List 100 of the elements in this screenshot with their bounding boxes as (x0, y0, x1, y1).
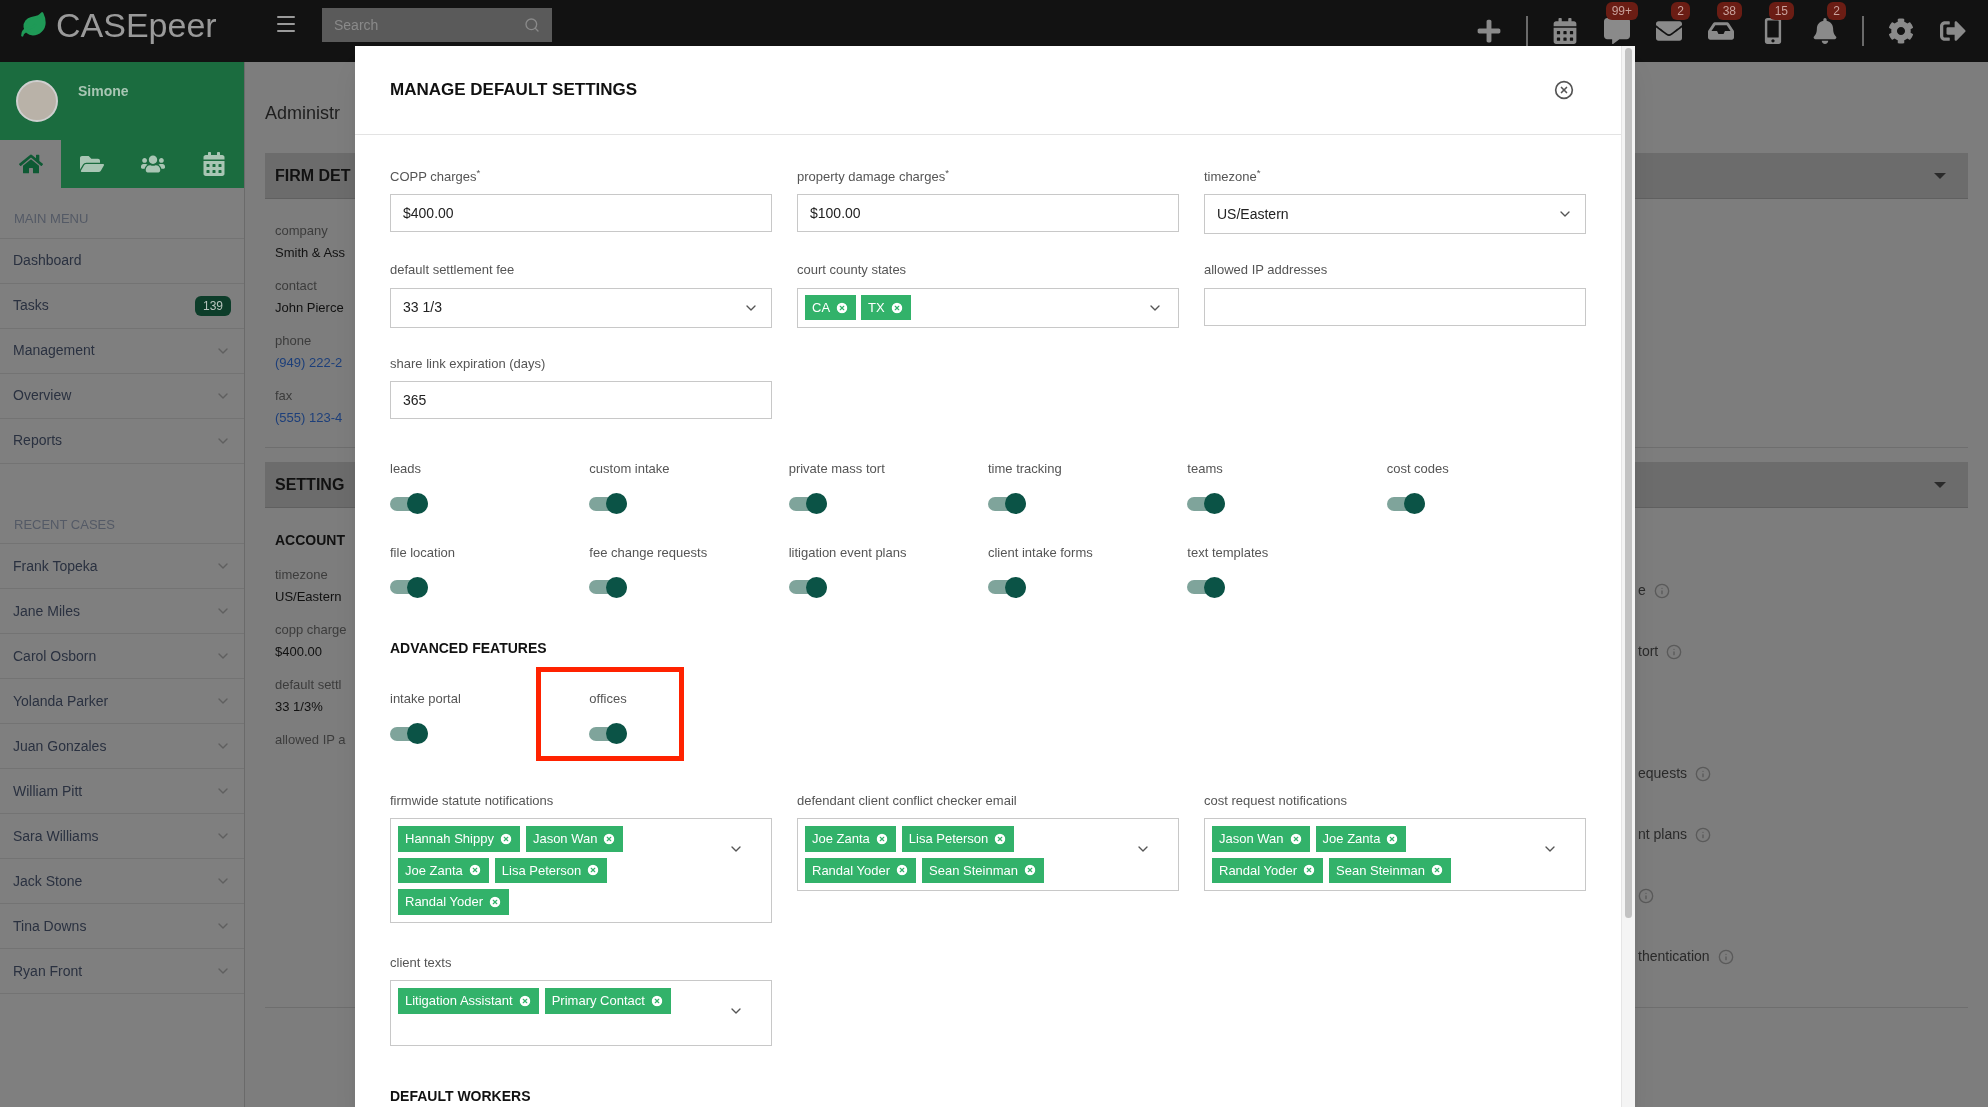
field-label: COPP charges$^{*}$ (390, 166, 482, 186)
toggle-switch[interactable] (1386, 492, 1425, 515)
multi-select-field[interactable]: Hannah Shippy Jason Wan Joe Zanta Lisa Peterson Randal Yoder (390, 818, 772, 923)
toggle-switch[interactable] (1187, 576, 1226, 598)
remove-icon[interactable] (874, 831, 889, 846)
bell-icon (1812, 18, 1838, 44)
section-title: ACCOUNT (275, 531, 346, 550)
close-button[interactable] (1554, 79, 1574, 100)
remove-icon[interactable] (895, 863, 910, 878)
remove-icon[interactable] (586, 863, 601, 878)
field-label: cost request notifications (1204, 791, 1349, 810)
toggle-label: fee change requests (589, 543, 709, 562)
multi-select-field[interactable]: Litigation Assistant Primary Contact (390, 980, 772, 1046)
multi-select-field[interactable]: Jason Wan Joe Zanta Randal Yoder Sean Steinman (1204, 818, 1586, 891)
remove-icon[interactable] (467, 863, 482, 878)
remove-icon[interactable] (517, 993, 532, 1008)
toggle-switch[interactable] (988, 576, 1026, 598)
menu-item[interactable]: Reports (0, 418, 244, 464)
settings-icon (1888, 18, 1914, 44)
field-label: company (275, 222, 329, 240)
toggle-switch[interactable] (788, 576, 827, 598)
toggle-label: time tracking (988, 460, 1063, 478)
phone-link[interactable]: (555) 123-4 (275, 407, 355, 427)
tag: Litigation Assistant (398, 988, 539, 1014)
multi-select-field[interactable]: Joe Zanta Lisa Peterson Randal Yoder Sean Steinman (797, 818, 1179, 891)
tag: Randal Yoder (1212, 857, 1324, 883)
plus-icon (1476, 18, 1502, 44)
menu-item[interactable]: Yolanda Parker (0, 679, 244, 724)
input-field[interactable]: $100.00 (797, 194, 1179, 232)
remove-icon[interactable] (1288, 831, 1303, 846)
menu-item[interactable]: Jane Miles (0, 589, 244, 634)
phone-link[interactable]: (949) 222-2 (275, 352, 355, 372)
toggle-switch[interactable] (988, 492, 1026, 515)
menu-item[interactable]: Jack Stone (0, 859, 244, 904)
toggle-switch[interactable] (390, 722, 428, 745)
toggle-switch[interactable] (788, 492, 827, 515)
remove-icon[interactable] (1023, 863, 1037, 878)
tag: Joe Zanta (805, 826, 896, 852)
user-name: Simone (78, 82, 129, 101)
settings-button[interactable] (1886, 16, 1916, 46)
tag: Primary Contact (544, 988, 671, 1014)
toggle-label: teams (1187, 460, 1224, 478)
menu-item[interactable]: Juan Gonzales (0, 724, 244, 769)
field-label: allowed IP addresses (1204, 261, 1329, 279)
select-field[interactable]: US/Eastern (1204, 194, 1586, 234)
input-field[interactable] (1204, 287, 1586, 326)
calendar-icon (201, 152, 226, 176)
field-value: John Pierce (275, 298, 345, 317)
toggle-switch[interactable] (589, 722, 628, 745)
menu-item[interactable]: Dashboard (0, 238, 244, 284)
menu-item[interactable]: Sara Williams (0, 814, 244, 859)
remove-icon[interactable] (835, 300, 850, 315)
count-badge: 38 (1716, 2, 1742, 20)
remove-icon[interactable] (1430, 863, 1444, 878)
menu-item[interactable]: William Pitt (0, 769, 244, 814)
tag: Joe Zanta (398, 857, 489, 883)
message-button[interactable] (1602, 16, 1632, 46)
remove-icon[interactable] (488, 894, 503, 909)
field-label: copp charge (275, 621, 348, 639)
menu-item[interactable]: Carol Osborn (0, 634, 244, 679)
setting-label: tort (1638, 642, 1659, 661)
input-field[interactable]: $400.00 (390, 194, 772, 232)
info-icon (1695, 765, 1712, 782)
menu-item[interactable]: Tina Downs (0, 904, 244, 949)
menu-item[interactable]: Ryan Front (0, 949, 244, 994)
multi-select-field[interactable]: CA TX (797, 287, 1179, 328)
count-badge: 2 (1671, 2, 1690, 20)
input-field[interactable]: 365 (390, 381, 772, 419)
count-badge: 15 (1768, 2, 1794, 20)
toggle-switch[interactable] (589, 492, 628, 515)
section-title: ADVANCED FEATURES (390, 639, 547, 658)
menu-item[interactable]: Frank Topeka (0, 544, 244, 589)
field-label: contact (275, 277, 318, 295)
scrollbar[interactable] (1621, 46, 1635, 1107)
remove-icon[interactable] (602, 831, 617, 846)
menu-item[interactable]: Management (0, 328, 244, 374)
tag: Hannah Shippy (398, 826, 520, 852)
remove-icon[interactable] (498, 831, 513, 846)
tag: Randal Yoder (398, 889, 510, 915)
tag: TX (861, 294, 911, 321)
menu-item[interactable]: Overview (0, 373, 244, 419)
toggle-switch[interactable] (1187, 492, 1226, 515)
toggle-switch[interactable] (390, 492, 428, 515)
field-label: allowed IP a (275, 731, 347, 749)
page-title: Administr (265, 102, 341, 125)
menu-item[interactable]: Tasks 139 (0, 283, 244, 329)
panel-title: SETTING (275, 474, 345, 495)
envelope-icon (1656, 18, 1682, 44)
toggle-switch[interactable] (390, 576, 428, 598)
select-field[interactable]: 33 1/3 (390, 287, 772, 328)
setting-label: e (1638, 581, 1646, 600)
remove-icon[interactable] (1385, 831, 1400, 846)
field-label: timezone (275, 566, 329, 584)
remove-icon[interactable] (993, 831, 1008, 846)
remove-icon[interactable] (889, 300, 904, 315)
remove-icon[interactable] (1302, 863, 1317, 878)
remove-icon[interactable] (649, 993, 664, 1008)
tag: Jason Wan (1212, 826, 1310, 852)
tag: Lisa Peterson (494, 857, 608, 883)
toggle-switch[interactable] (589, 576, 628, 598)
